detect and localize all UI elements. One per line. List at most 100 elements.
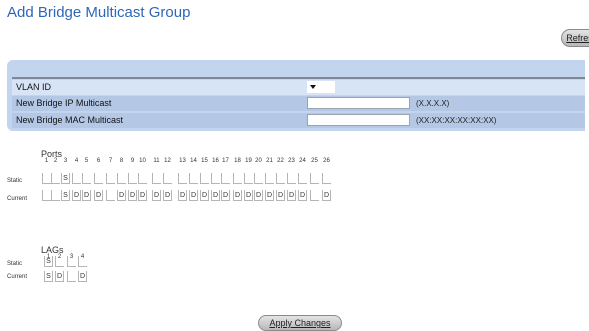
ports-current-cell[interactable]: D [72,190,81,201]
ports-number: 8 [119,158,124,164]
ports-current-cell[interactable] [106,190,115,201]
ports-current-cell[interactable]: D [128,190,137,201]
ports-number: 16 [212,158,219,164]
ports-current-cell[interactable] [310,190,319,201]
ports-number: 7 [108,158,113,164]
ports-current-cell[interactable]: D [163,190,172,201]
ports-static-cell[interactable] [82,173,91,184]
ports-current-cell[interactable]: D [287,190,296,201]
ports-number: 5 [84,158,89,164]
lags-current-label: Current [7,274,28,280]
ports-static-label: Static [7,178,23,184]
ports-number: 22 [277,158,284,164]
ports-current-cell[interactable]: D [189,190,198,201]
ports-number: 23 [288,158,295,164]
ports-static-cell[interactable] [322,173,331,184]
ports-static-cell[interactable] [42,173,51,184]
lags-static-cell[interactable]: S [44,256,53,267]
ports-static-cell[interactable] [138,173,147,184]
ports-current-cell[interactable]: D [152,190,161,201]
ports-number: 13 [179,158,186,164]
lags-current-cell[interactable] [67,271,76,282]
ports-static-cell[interactable] [298,173,307,184]
ports-number: 2 [53,158,58,164]
mac-row: New Bridge MAC Multicast (XX:XX:XX:XX:XX… [12,113,585,128]
ip-multicast-label: New Bridge IP Multicast [16,98,112,108]
ip-format-hint: (X.X.X.X) [416,99,450,108]
ports-current-cell[interactable]: D [211,190,220,201]
ports-static-cell[interactable] [244,173,253,184]
ports-number: 3 [63,158,68,164]
ports-number: 17 [222,158,229,164]
mac-multicast-input[interactable] [307,114,410,126]
mac-multicast-label: New Bridge MAC Multicast [16,115,124,125]
ports-static-cell[interactable] [94,173,103,184]
ports-static-cell[interactable] [287,173,296,184]
ports-current-cell[interactable]: D [221,190,230,201]
ports-static-cell[interactable] [211,173,220,184]
ports-current-cell[interactable]: D [200,190,209,201]
ports-static-cell[interactable] [106,173,115,184]
ports-current-cell[interactable]: D [138,190,147,201]
ports-current-cell[interactable]: D [298,190,307,201]
ports-number: 14 [190,158,197,164]
ports-current-cell[interactable]: D [178,190,187,201]
ports-static-cell[interactable] [233,173,242,184]
ports-current-cell[interactable]: D [117,190,126,201]
ports-current-cell[interactable] [51,190,60,201]
ports-number: 11 [153,158,160,164]
lags-current-cell[interactable]: D [78,271,87,282]
lags-static-label: Static [7,261,23,267]
ports-static-cell[interactable] [265,173,274,184]
ports-static-cell[interactable] [163,173,172,184]
lags-current-cell[interactable]: D [55,271,64,282]
ports-number: 4 [74,158,79,164]
ip-row: New Bridge IP Multicast (X.X.X.X) [12,96,585,111]
ports-static-cell[interactable] [189,173,198,184]
ports-number: 10 [139,158,146,164]
ports-number: 6 [96,158,101,164]
ports-current-cell[interactable]: S [61,190,70,201]
apply-changes-button[interactable]: Apply Changes [258,315,342,331]
ports-static-cell[interactable] [117,173,126,184]
ports-static-cell[interactable] [200,173,209,184]
ports-static-cell[interactable] [178,173,187,184]
ports-current-cell[interactable] [42,190,51,201]
ports-static-cell[interactable] [72,173,81,184]
ip-multicast-input[interactable] [307,97,410,109]
ports-number: 9 [130,158,135,164]
ports-static-cell[interactable] [221,173,230,184]
lags-static-cell[interactable] [55,256,64,267]
ports-number: 19 [245,158,252,164]
ports-number: 12 [164,158,171,164]
ports-current-cell[interactable]: D [94,190,103,201]
ports-number: 15 [201,158,208,164]
ports-number: 21 [266,158,273,164]
ports-static-cell[interactable] [310,173,319,184]
ports-current-cell[interactable]: D [82,190,91,201]
ports-static-cell[interactable] [128,173,137,184]
vlan-row: VLAN ID [12,80,585,95]
ports-static-cell[interactable] [276,173,285,184]
ports-current-cell[interactable]: D [265,190,274,201]
ports-number: 24 [299,158,306,164]
lags-static-cell[interactable] [67,256,76,267]
lags-static-cell[interactable] [78,256,87,267]
ports-current-cell[interactable]: D [233,190,242,201]
ports-current-cell[interactable]: D [322,190,331,201]
ports-static-cell[interactable]: S [61,173,70,184]
ports-number: 1 [44,158,49,164]
lags-current-cell[interactable]: S [44,271,53,282]
form-divider [12,77,585,79]
ports-number: 20 [255,158,262,164]
vlan-label: VLAN ID [16,82,52,92]
ports-current-cell[interactable]: D [244,190,253,201]
ports-static-cell[interactable] [254,173,263,184]
ports-static-cell[interactable] [51,173,60,184]
refresh-button[interactable]: Refresh [561,29,589,47]
ports-current-cell[interactable]: D [276,190,285,201]
vlan-select[interactable] [307,81,335,93]
ports-static-cell[interactable] [152,173,161,184]
form-panel: VLAN ID New Bridge IP Multicast (X.X.X.X… [7,60,585,131]
ports-current-cell[interactable]: D [254,190,263,201]
